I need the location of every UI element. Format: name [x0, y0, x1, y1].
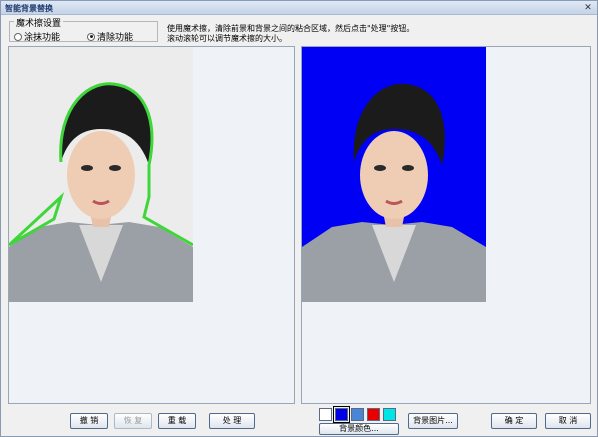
result-photo	[302, 47, 486, 302]
bottom-toolbar: 撤 销 恢 复 重 载 处 理 背景颜色... 背景图片... 确 定 取 消	[1, 406, 597, 437]
swatch-cyan[interactable]	[383, 408, 396, 421]
brush-settings-legend: 魔术擦设置	[14, 19, 64, 29]
swatch-light-blue[interactable]	[351, 408, 364, 421]
undo-button[interactable]: 撤 销	[70, 413, 108, 429]
source-photo[interactable]	[9, 47, 193, 302]
clear-mode-label: 清除功能	[97, 33, 134, 43]
window-title: 智能背景替换	[5, 4, 53, 13]
swatch-white[interactable]	[319, 408, 332, 421]
instruction-line-1: 使用魔术擦，清除前景和背景之间的粘合区域，然后点击"处理"按钮。	[167, 24, 415, 33]
smear-mode-radio[interactable]: 涂抹功能	[14, 30, 60, 43]
ok-button[interactable]: 确 定	[491, 413, 537, 429]
smear-radio-icon[interactable]	[14, 32, 22, 41]
reload-button[interactable]: 重 载	[158, 413, 196, 429]
bg-color-button[interactable]: 背景颜色...	[319, 423, 399, 435]
instructions-text: 使用魔术擦，清除前景和背景之间的粘合区域，然后点击"处理"按钮。 滚动滚轮可以调…	[167, 24, 467, 44]
process-button[interactable]: 处 理	[209, 413, 255, 429]
cancel-button[interactable]: 取 消	[545, 413, 591, 429]
clear-radio-icon[interactable]	[87, 32, 95, 41]
swatch-red[interactable]	[367, 408, 380, 421]
bg-image-button[interactable]: 背景图片...	[408, 413, 458, 429]
clear-mode-radio[interactable]: 清除功能	[87, 30, 133, 43]
preview-panel	[301, 46, 591, 404]
redo-button[interactable]: 恢 复	[114, 413, 152, 429]
result-portrait-image	[302, 47, 486, 302]
edit-canvas-panel[interactable]	[8, 46, 295, 404]
brush-settings-group: 魔术擦设置 涂抹功能 清除功能	[9, 19, 158, 43]
source-portrait-image	[9, 47, 193, 302]
dialog-window: 智能背景替换 ✕ 魔术擦设置 涂抹功能 清除功能 使用魔术擦，清除前景和背景之间…	[0, 0, 598, 437]
smear-mode-label: 涂抹功能	[24, 33, 61, 43]
instruction-line-2: 滚动滚轮可以调节魔术擦的大小。	[167, 34, 287, 43]
title-bar: 智能背景替换 ✕	[1, 1, 597, 15]
close-icon[interactable]: ✕	[583, 3, 593, 13]
swatch-blue[interactable]	[333, 406, 350, 423]
